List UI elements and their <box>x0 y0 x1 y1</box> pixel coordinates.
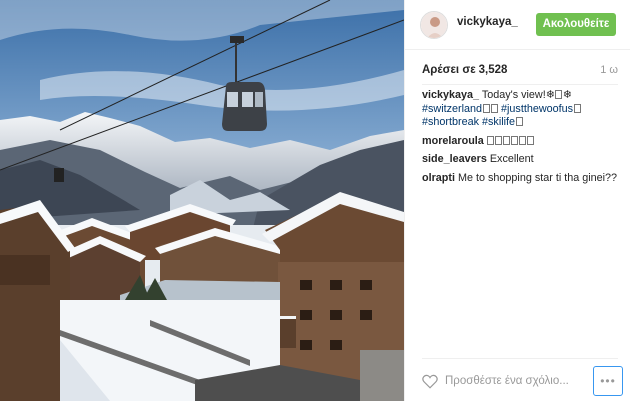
post-footer: ••• <box>405 360 630 401</box>
comment-item: morelaroula <box>422 135 622 149</box>
unrendered-emoji-glyph <box>503 135 511 145</box>
snowy-village-gondola-image <box>0 0 404 401</box>
unrendered-emoji-glyph <box>495 135 503 145</box>
post-author-username[interactable]: vickykaya_ <box>457 16 518 28</box>
unrendered-emoji-glyph <box>519 135 527 145</box>
unrendered-emoji-glyph <box>527 135 535 145</box>
likes-row: Αρέσει σε 3,528 1 ω <box>422 64 618 80</box>
unrendered-emoji-glyph <box>573 103 581 113</box>
comment-text: Today's view!❄ <box>481 89 555 101</box>
following-button[interactable]: Ακολουθείτε <box>536 13 616 36</box>
unrendered-emoji-glyph <box>515 117 523 126</box>
more-options-icon: ••• <box>600 374 616 388</box>
unrendered-emoji-glyph <box>511 135 519 145</box>
hashtag-link[interactable]: #justthewoofus <box>501 103 573 115</box>
hashtag-link[interactable]: #switzerland <box>422 103 482 115</box>
unrendered-emoji-glyph <box>555 90 563 99</box>
hashtag-link[interactable]: #skilife <box>482 116 515 128</box>
likes-count[interactable]: Αρέσει σε 3,528 <box>422 64 507 76</box>
more-options-button[interactable]: ••• <box>593 366 623 396</box>
unrendered-emoji-glyph <box>487 135 495 145</box>
hashtag-link[interactable]: #shortbreak <box>422 116 479 128</box>
likes-label: Αρέσει σε <box>422 64 476 76</box>
comment-author[interactable]: side_leavers <box>422 153 487 165</box>
comment-author[interactable]: olrapti <box>422 172 455 184</box>
comment-item: vickykaya_ Today's view!❄ ❄ #switzerland #… <box>422 89 622 130</box>
unrendered-emoji-glyph <box>490 103 498 113</box>
post-sidebar: vickykaya_ Ακολουθείτε Αρέσει σε 3,528 1 … <box>404 0 630 401</box>
profile-photo-icon <box>421 12 447 38</box>
post-timestamp[interactable]: 1 ω <box>600 64 618 76</box>
avatar[interactable] <box>420 11 448 39</box>
comment-text: Excellent <box>489 153 534 165</box>
comment-text: ❄ <box>562 89 572 101</box>
comments-list: vickykaya_ Today's view!❄ ❄ #switzerland #… <box>422 89 622 190</box>
add-comment-input[interactable] <box>445 370 585 392</box>
divider <box>422 358 618 359</box>
post-header: vickykaya_ Ακολουθείτε <box>405 0 630 50</box>
comment-author[interactable]: vickykaya_ <box>422 89 479 101</box>
comment-item: olrapti Me to shopping star ti tha ginei… <box>422 172 622 186</box>
post-photo[interactable] <box>0 0 404 401</box>
heart-outline-icon[interactable] <box>421 372 439 390</box>
comment-author[interactable]: morelaroula <box>422 135 484 147</box>
comment-item: side_leavers Excellent <box>422 153 622 167</box>
comment-text: Me to shopping star ti tha ginei?? <box>458 171 618 184</box>
divider <box>422 84 618 85</box>
unrendered-emoji-glyph <box>482 103 490 113</box>
likes-number: 3,528 <box>478 64 508 76</box>
